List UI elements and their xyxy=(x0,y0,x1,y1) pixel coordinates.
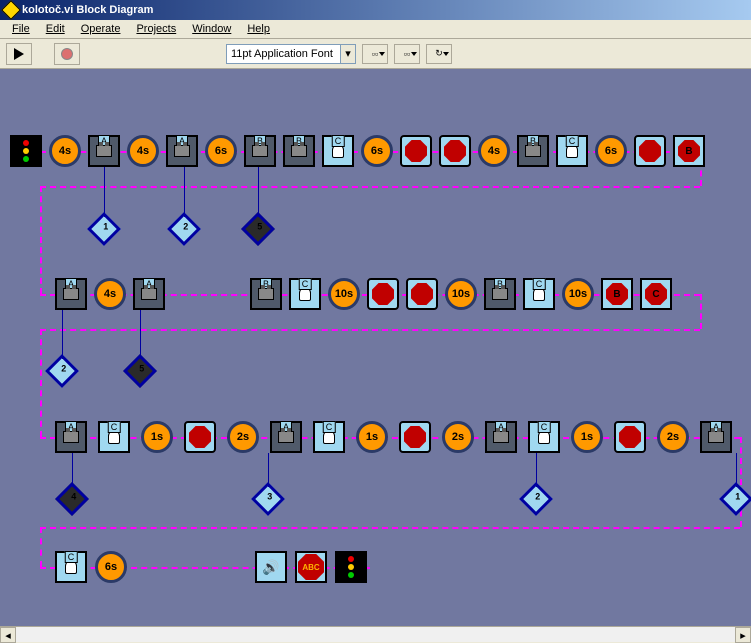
timer-node[interactable]: 1s xyxy=(356,421,388,453)
constant-diamond[interactable]: 5 xyxy=(123,354,157,388)
chevron-down-icon: ▾ xyxy=(340,45,355,63)
stop-node[interactable] xyxy=(184,421,216,453)
constant-diamond[interactable]: 2 xyxy=(167,212,201,246)
timer-node[interactable]: 2s xyxy=(227,421,259,453)
timer-node[interactable]: 6s xyxy=(205,135,237,167)
text-stop-node[interactable]: ABC xyxy=(295,551,327,583)
stop-node[interactable] xyxy=(614,421,646,453)
align-tool[interactable]: ▫▫ xyxy=(362,44,388,64)
chevron-down-icon xyxy=(443,52,449,56)
traffic-light-node[interactable] xyxy=(335,551,367,583)
menu-file[interactable]: File xyxy=(4,21,38,37)
stop-node[interactable] xyxy=(439,135,471,167)
stop-node[interactable] xyxy=(634,135,666,167)
timer-node[interactable]: 6s xyxy=(95,551,127,583)
run-button[interactable] xyxy=(6,43,32,65)
toolbar: 11pt Application Font ▾ ▫▫ ▫▫ ↻ xyxy=(0,39,751,69)
motor-node[interactable]: B xyxy=(484,278,516,310)
sensor-node[interactable]: C xyxy=(55,551,87,583)
timer-node[interactable]: 1s xyxy=(141,421,173,453)
block-diagram-canvas[interactable]: 4sA4sA6sBBC6s4sBC6sB125A4sABC10s10sBC10s… xyxy=(0,69,751,626)
timer-node[interactable]: 6s xyxy=(361,135,393,167)
timer-node[interactable]: 10s xyxy=(445,278,477,310)
menu-help[interactable]: Help xyxy=(239,21,278,37)
sound-node[interactable]: 🔊 xyxy=(255,551,287,583)
menubar: File Edit Operate Projects Window Help xyxy=(0,20,751,39)
stop-node[interactable] xyxy=(367,278,399,310)
sensor-node[interactable]: C xyxy=(289,278,321,310)
chevron-down-icon xyxy=(379,52,385,56)
sensor-node[interactable]: C xyxy=(322,135,354,167)
motor-node[interactable]: B xyxy=(244,135,276,167)
timer-node[interactable]: 4s xyxy=(478,135,510,167)
run-arrow-icon xyxy=(14,48,24,60)
timer-node[interactable]: 4s xyxy=(94,278,126,310)
constant-diamond[interactable]: 5 xyxy=(241,212,275,246)
abort-circle-icon xyxy=(61,48,73,60)
timer-node[interactable]: 6s xyxy=(595,135,627,167)
sensor-node[interactable]: C xyxy=(528,421,560,453)
constant-diamond[interactable]: 1 xyxy=(719,482,751,516)
scroll-right-button[interactable]: ▸ xyxy=(735,627,751,643)
stop-labeled-node[interactable]: B xyxy=(601,278,633,310)
motor-node[interactable]: A xyxy=(270,421,302,453)
constant-diamond[interactable]: 2 xyxy=(519,482,553,516)
stop-labeled-node[interactable]: B xyxy=(673,135,705,167)
chevron-down-icon xyxy=(411,52,417,56)
stop-node[interactable] xyxy=(400,135,432,167)
sensor-node[interactable]: C xyxy=(98,421,130,453)
font-label: 11pt Application Font xyxy=(231,48,333,60)
traffic-light-node[interactable] xyxy=(10,135,42,167)
motor-node[interactable]: B xyxy=(250,278,282,310)
motor-node[interactable]: A xyxy=(88,135,120,167)
timer-node[interactable]: 10s xyxy=(328,278,360,310)
motor-node[interactable]: A xyxy=(700,421,732,453)
motor-node[interactable]: A xyxy=(133,278,165,310)
menu-edit[interactable]: Edit xyxy=(38,21,73,37)
menu-operate[interactable]: Operate xyxy=(73,21,129,37)
sensor-node[interactable]: C xyxy=(556,135,588,167)
timer-node[interactable]: 10s xyxy=(562,278,594,310)
menu-projects[interactable]: Projects xyxy=(128,21,184,37)
distribute-tool[interactable]: ▫▫ xyxy=(394,44,420,64)
reorder-tool[interactable]: ↻ xyxy=(426,44,452,64)
motor-node[interactable]: B xyxy=(283,135,315,167)
stop-node[interactable] xyxy=(399,421,431,453)
abort-button[interactable] xyxy=(54,43,80,65)
app-icon xyxy=(1,0,21,20)
motor-node[interactable]: A xyxy=(166,135,198,167)
stop-labeled-node[interactable]: C xyxy=(640,278,672,310)
window-title: kolotoč.vi Block Diagram xyxy=(22,4,153,16)
timer-node[interactable]: 2s xyxy=(442,421,474,453)
constant-diamond[interactable]: 4 xyxy=(55,482,89,516)
sensor-node[interactable]: C xyxy=(313,421,345,453)
timer-node[interactable]: 4s xyxy=(127,135,159,167)
stop-node[interactable] xyxy=(406,278,438,310)
constant-diamond[interactable]: 2 xyxy=(45,354,79,388)
sensor-node[interactable]: C xyxy=(523,278,555,310)
constant-diamond[interactable]: 1 xyxy=(87,212,121,246)
motor-node[interactable]: A xyxy=(485,421,517,453)
horizontal-scrollbar[interactable]: ◂ ▸ xyxy=(0,626,751,642)
timer-node[interactable]: 2s xyxy=(657,421,689,453)
font-selector[interactable]: 11pt Application Font ▾ xyxy=(226,44,356,64)
motor-node[interactable]: B xyxy=(517,135,549,167)
titlebar: kolotoč.vi Block Diagram xyxy=(0,0,751,20)
motor-node[interactable]: A xyxy=(55,421,87,453)
constant-diamond[interactable]: 3 xyxy=(251,482,285,516)
menu-window[interactable]: Window xyxy=(184,21,239,37)
scroll-left-button[interactable]: ◂ xyxy=(0,627,16,643)
motor-node[interactable]: A xyxy=(55,278,87,310)
scroll-track[interactable] xyxy=(16,627,735,642)
timer-node[interactable]: 4s xyxy=(49,135,81,167)
timer-node[interactable]: 1s xyxy=(571,421,603,453)
